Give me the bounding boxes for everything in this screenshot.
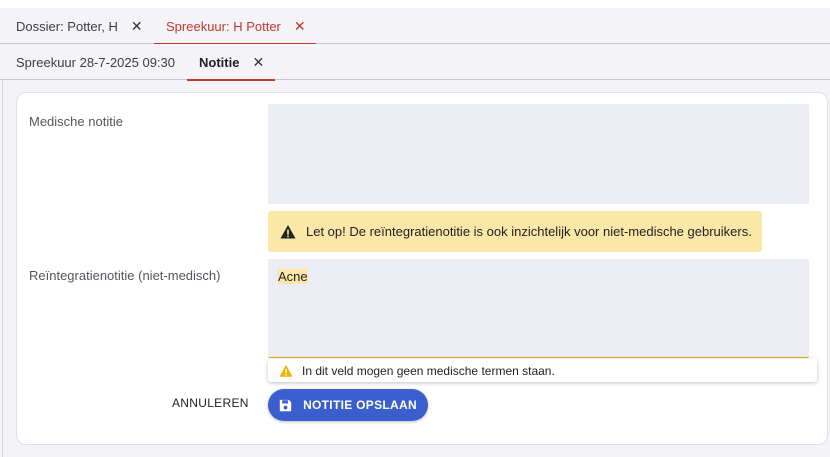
- cancel-button[interactable]: ANNULEREN: [172, 396, 249, 410]
- close-icon[interactable]: ✕: [294, 19, 306, 33]
- tab-dossier-label: Dossier: Potter, H: [16, 18, 118, 34]
- main-tab-bar: Dossier: Potter, H ✕ Spreekuur: H Potter…: [0, 8, 830, 45]
- top-strip: [0, 0, 830, 8]
- tab-spreekuur-date-label: Spreekuur 28-7-2025 09:30: [16, 54, 176, 70]
- medical-note-label: Medische notitie: [29, 114, 123, 129]
- reintegration-note-textarea[interactable]: Acne: [268, 259, 809, 358]
- save-note-label: NOTITIE OPSLAAN: [303, 398, 417, 412]
- left-divider: [2, 80, 3, 457]
- warning-triangle-icon: [280, 224, 296, 238]
- validation-tooltip: In dit veld mogen geen medische termen s…: [268, 359, 817, 382]
- reintegration-note-value: Acne: [278, 269, 308, 284]
- tab-notitie[interactable]: Notitie ✕: [187, 44, 275, 81]
- medical-note-textarea[interactable]: [268, 104, 809, 204]
- warning-triangle-icon: [279, 364, 293, 377]
- tab-dossier[interactable]: Dossier: Potter, H ✕: [16, 8, 143, 44]
- close-icon[interactable]: ✕: [131, 19, 143, 33]
- active-tab-indicator: [187, 79, 275, 81]
- sub-tab-bar: Spreekuur 28-7-2025 09:30 Notitie ✕: [0, 44, 830, 81]
- tab-notitie-label: Notitie: [199, 54, 240, 70]
- floppy-disk-icon: [279, 399, 292, 411]
- tooltip-text: In dit veld mogen geen medische termen s…: [302, 363, 555, 378]
- tab-spreekuur-date[interactable]: Spreekuur 28-7-2025 09:30: [16, 44, 175, 80]
- close-icon[interactable]: ✕: [252, 55, 264, 69]
- reintegration-note-label: Reïntegratienotitie (niet-medisch): [29, 268, 221, 283]
- tab-spreekuur[interactable]: Spreekuur: H Potter ✕: [154, 8, 316, 45]
- save-note-button[interactable]: NOTITIE OPSLAAN: [268, 389, 428, 421]
- warning-banner: Let op! De reïntegratienotitie is ook in…: [268, 211, 762, 252]
- warning-text: Let op! De reïntegratienotitie is ook in…: [306, 224, 752, 239]
- tab-spreekuur-label: Spreekuur: H Potter: [166, 18, 281, 34]
